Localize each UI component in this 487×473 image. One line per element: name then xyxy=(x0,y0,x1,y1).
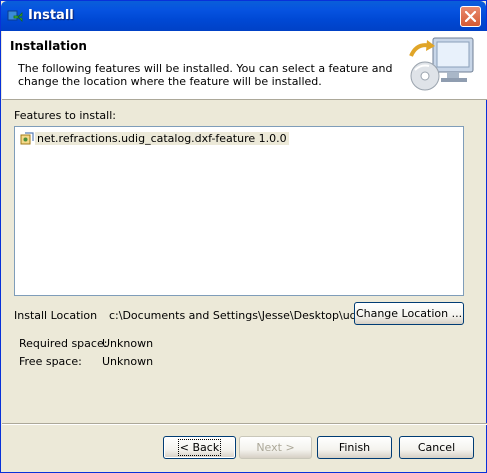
finish-button[interactable]: Finish xyxy=(317,436,392,459)
install-wizard-icon xyxy=(7,8,24,25)
cancel-button[interactable]: Cancel xyxy=(399,436,474,459)
window-title: Install xyxy=(28,8,74,23)
back-button[interactable]: < Back xyxy=(163,436,236,459)
title-bar[interactable]: Install xyxy=(1,1,486,31)
install-location-label: Install Location xyxy=(14,309,98,322)
features-label: Features to install: xyxy=(14,109,116,122)
install-location-value: c:\Documents and Settings\Jesse\Desktop\… xyxy=(109,309,367,322)
button-bar-divider xyxy=(2,423,487,425)
monitor-cd-install-icon xyxy=(407,36,479,96)
change-location-button[interactable]: Change Location ... xyxy=(354,302,464,325)
features-list[interactable]: net.refractions.udig_catalog.dxf-feature… xyxy=(14,126,464,296)
next-button[interactable]: Next > xyxy=(239,436,312,459)
page-title: Installation xyxy=(10,39,87,53)
close-button[interactable] xyxy=(460,6,481,27)
required-space-value: Unknown xyxy=(102,337,154,350)
page-description: The following features will be installed… xyxy=(18,62,393,88)
wizard-header: Installation The following features will… xyxy=(2,31,487,100)
close-icon xyxy=(465,11,476,22)
install-dialog: Install Installation The following featu… xyxy=(0,0,487,473)
back-button-label: < Back xyxy=(177,439,222,456)
required-space-label: Required space: xyxy=(19,337,108,350)
feature-label: net.refractions.udig_catalog.dxf-feature… xyxy=(35,132,289,145)
free-space-value: Unknown xyxy=(102,355,154,368)
feature-icon xyxy=(19,131,35,147)
free-space-label: Free space: xyxy=(19,355,82,368)
